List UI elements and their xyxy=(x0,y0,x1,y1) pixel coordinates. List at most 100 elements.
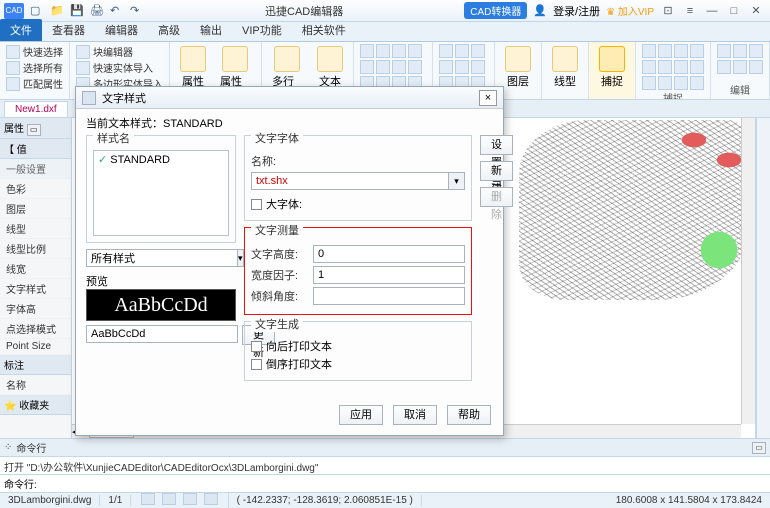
block-editor[interactable]: 块编辑器 xyxy=(76,44,163,59)
bigfont-checkbox[interactable] xyxy=(251,199,262,210)
set-current-button[interactable]: 设置当前 xyxy=(480,135,513,155)
style-filter-combo[interactable]: ▾ xyxy=(86,249,236,267)
edit-grid[interactable] xyxy=(717,44,763,74)
preview-box: AaBbCcDd xyxy=(86,289,236,321)
panel-header-dim: 标注 xyxy=(0,355,71,375)
status-filename: 3DLamborgini.dwg xyxy=(0,495,100,506)
prop-linetype[interactable]: 线型 xyxy=(0,219,71,239)
command-log-title: 命令行 xyxy=(16,440,46,455)
cancel-button[interactable]: 取消 xyxy=(393,405,437,425)
grip-icon[interactable]: ⁘ xyxy=(4,442,12,453)
command-line: 命令行: xyxy=(0,474,770,492)
attribute-icon xyxy=(180,46,206,72)
snap-button[interactable]: 捕捉 xyxy=(595,44,629,91)
status-toggles[interactable] xyxy=(131,493,228,508)
tab-advanced[interactable]: 高级 xyxy=(148,19,190,41)
match-props[interactable]: 匹配属性 xyxy=(6,76,63,91)
help-button[interactable]: 帮助 xyxy=(447,405,491,425)
linetype-button[interactable]: 线型 xyxy=(548,44,582,91)
width-input[interactable] xyxy=(313,266,465,284)
quick-select[interactable]: 快速选择 xyxy=(6,44,63,59)
save-icon[interactable]: 💾 xyxy=(70,4,84,18)
command-input[interactable] xyxy=(37,478,766,489)
close-button[interactable]: ✕ xyxy=(748,4,764,17)
tab-editor[interactable]: 编辑器 xyxy=(95,19,148,41)
panel-min-icon[interactable]: ▭ xyxy=(752,442,766,454)
text-icon xyxy=(317,46,343,72)
feedback-icon[interactable]: ⊡ xyxy=(660,4,676,17)
dialog-close-button[interactable]: × xyxy=(479,90,497,106)
osnap-icon[interactable] xyxy=(141,493,155,505)
bigfont-label: 大字体: xyxy=(266,196,302,212)
snap-grid[interactable] xyxy=(642,44,704,90)
tab-file[interactable]: 文件 xyxy=(0,19,42,41)
oblique-input[interactable] xyxy=(313,287,465,305)
prop-lineweight[interactable]: 线宽 xyxy=(0,259,71,279)
height-label: 文字高度: xyxy=(251,246,307,262)
gen-group-label: 文字生成 xyxy=(251,316,303,332)
tab-related[interactable]: 相关软件 xyxy=(292,19,356,41)
user-icon[interactable]: 👤 xyxy=(533,4,547,17)
chevron-down-icon[interactable]: ▾ xyxy=(449,172,465,190)
ortho-icon[interactable] xyxy=(183,493,197,505)
tab-vip[interactable]: VIP功能 xyxy=(232,19,292,41)
open-icon[interactable]: 📁 xyxy=(50,4,64,18)
backward-checkbox[interactable] xyxy=(251,341,262,352)
prop-ltscale[interactable]: 线型比例 xyxy=(0,239,71,259)
vip-link[interactable]: ♛ 加入VIP xyxy=(606,3,654,18)
font-name-combo[interactable]: ▾ xyxy=(251,172,465,190)
tab-viewer[interactable]: 查看器 xyxy=(42,19,95,41)
polar-icon[interactable] xyxy=(204,493,218,505)
print-icon[interactable]: 🖨 xyxy=(90,4,104,18)
new-icon[interactable]: ▢ xyxy=(30,4,44,18)
select-all[interactable]: 选择所有 xyxy=(6,60,63,75)
panel-pin-icon[interactable]: ▭ xyxy=(27,124,41,136)
prop-pointmode[interactable]: 点选择模式 xyxy=(0,319,71,339)
dialog-titlebar[interactable]: 文字样式 × xyxy=(76,87,503,109)
draw-tools-grid[interactable] xyxy=(360,44,426,90)
apply-button[interactable]: 应用 xyxy=(339,405,383,425)
vertical-scrollbar[interactable] xyxy=(741,118,755,424)
new-style-button[interactable]: 新建 xyxy=(480,161,513,181)
quick-access-toolbar: ▢ 📁 💾 🖨 ↶ ↷ xyxy=(28,4,144,18)
oblique-label: 倾斜角度: xyxy=(251,288,307,304)
maximize-button[interactable]: □ xyxy=(726,5,742,17)
height-input[interactable] xyxy=(313,245,465,263)
settings-icon[interactable]: ≡ xyxy=(682,5,698,17)
style-listbox[interactable]: STANDARD xyxy=(93,150,229,236)
attribute-button[interactable]: 属性 xyxy=(176,44,210,91)
prop-textstyle[interactable]: 文字样式 xyxy=(0,279,71,299)
document-tab[interactable]: New1.dxf xyxy=(4,101,68,117)
snap-icon xyxy=(599,46,625,72)
prop-textheight[interactable]: 字体高 xyxy=(0,299,71,319)
modify-tools-grid[interactable] xyxy=(439,44,488,90)
current-style-label: 当前文本样式：STANDARD xyxy=(86,115,493,131)
command-line-label: 命令行: xyxy=(4,476,37,491)
layer-button[interactable]: 图层 xyxy=(501,44,535,91)
style-list-item[interactable]: STANDARD xyxy=(94,151,228,168)
app-logo: CAD xyxy=(4,3,24,19)
edit-group-label: 编辑 xyxy=(717,82,763,97)
prop-color[interactable]: 色彩 xyxy=(0,179,71,199)
preview-label: 预览 xyxy=(86,273,236,289)
reverse-checkbox[interactable] xyxy=(251,359,262,370)
chevron-down-icon[interactable]: ▾ xyxy=(238,249,244,267)
status-ratio: 1/1 xyxy=(100,495,131,506)
prop-name[interactable]: 名称 xyxy=(0,375,71,395)
delete-style-button[interactable]: 删除 xyxy=(480,187,513,207)
cad-convert-button[interactable]: CAD转换器 xyxy=(464,2,527,19)
style-filter-input[interactable] xyxy=(86,249,238,267)
redo-icon[interactable]: ↷ xyxy=(130,4,144,18)
font-name-input[interactable] xyxy=(251,172,449,190)
panel-header-props: 属性 ▭ xyxy=(0,118,71,139)
login-link[interactable]: 登录/注册 xyxy=(553,3,600,19)
prop-pointsize[interactable]: Point Size xyxy=(0,339,71,355)
quick-entity-import[interactable]: 快速实体导入 xyxy=(76,60,163,75)
prop-layer[interactable]: 图层 xyxy=(0,199,71,219)
grid-icon[interactable] xyxy=(162,493,176,505)
font-group-label: 文字字体 xyxy=(251,130,303,146)
minimize-button[interactable]: — xyxy=(704,5,720,17)
undo-icon[interactable]: ↶ xyxy=(110,4,124,18)
tab-output[interactable]: 输出 xyxy=(190,19,232,41)
preview-text-input[interactable] xyxy=(86,325,238,343)
